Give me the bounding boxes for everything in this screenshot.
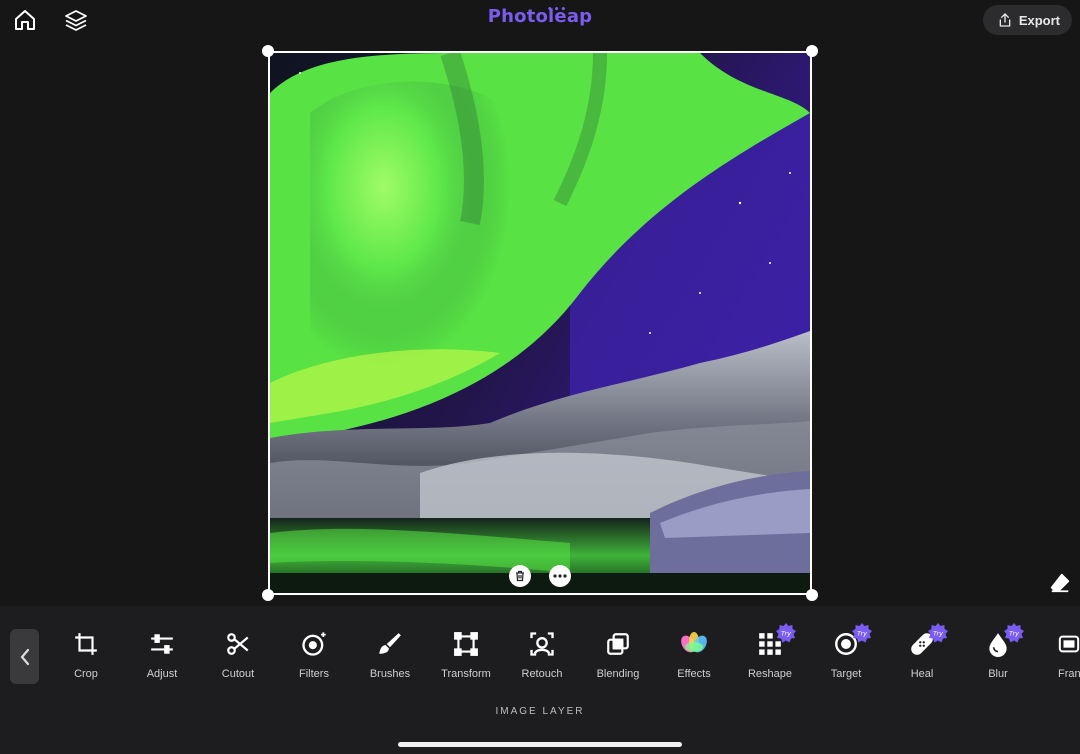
tool-label: Transform — [441, 668, 491, 680]
logo-dots: ••• — [547, 5, 568, 15]
tool-brushes[interactable]: Brushes — [352, 626, 428, 680]
top-bar: ••• Photoleap Export — [0, 0, 1080, 40]
svg-text:Try: Try — [781, 630, 791, 638]
try-badge: Try — [928, 623, 948, 643]
home-indicator[interactable] — [398, 742, 682, 747]
retouch-icon — [530, 632, 554, 656]
svg-text:Try: Try — [1009, 630, 1019, 638]
try-badge: Try — [776, 623, 796, 643]
toolbar-back-button[interactable] — [10, 629, 39, 684]
bottom-toolbar: Crop Adjust Cutout Filters Brushes Trans… — [0, 606, 1080, 754]
tool-effects[interactable]: Effects — [656, 626, 732, 680]
tool-filters[interactable]: Filters — [276, 626, 352, 680]
brush-icon — [379, 633, 401, 654]
export-button[interactable]: Export — [982, 5, 1072, 35]
logo-text: Photoleap — [487, 6, 593, 27]
tool-frame[interactable]: Fran — [1036, 626, 1080, 680]
transform-icon — [454, 632, 478, 656]
tool-crop[interactable]: Crop — [48, 626, 124, 680]
tool-label: Filters — [299, 668, 329, 680]
tool-target[interactable]: Try Target — [808, 623, 884, 680]
tool-reshape[interactable]: Try Reshape — [732, 623, 808, 680]
export-label: Export — [1018, 12, 1060, 28]
delete-layer-button[interactable] — [509, 565, 531, 587]
tool-label: Fran — [1058, 668, 1080, 680]
aurora-image — [270, 53, 810, 593]
tool-label: Retouch — [521, 668, 563, 680]
home-icon[interactable] — [12, 7, 38, 33]
filters-icon — [302, 632, 326, 656]
effects-icon — [681, 632, 707, 653]
svg-text:Try: Try — [857, 630, 867, 638]
tool-blur[interactable]: Try Blur — [960, 623, 1036, 680]
try-badge: Try — [852, 623, 872, 643]
blending-icon — [607, 633, 629, 655]
trash-icon — [516, 570, 524, 582]
tool-label: Brushes — [369, 668, 411, 680]
tool-transform[interactable]: Transform — [428, 626, 504, 680]
tool-adjust[interactable]: Adjust — [124, 626, 200, 680]
tool-label: Reshape — [747, 668, 793, 680]
eraser-icon[interactable] — [1049, 572, 1071, 594]
more-icon — [553, 574, 567, 578]
tool-label: Blending — [596, 668, 640, 680]
tool-label: Cutout — [221, 668, 255, 680]
tool-heal[interactable]: Try Heal — [884, 623, 960, 680]
try-badge: Try — [1004, 623, 1024, 643]
scissors-icon — [227, 633, 249, 655]
resize-handle-top-right[interactable] — [806, 45, 818, 57]
tool-label: Heal — [910, 668, 934, 680]
tool-label: Adjust — [146, 668, 178, 680]
adjust-icon — [151, 634, 173, 654]
tool-label: Blur — [988, 668, 1008, 680]
app-logo: ••• Photoleap — [480, 5, 600, 27]
crop-icon — [75, 633, 97, 655]
resize-handle-bottom-left[interactable] — [262, 589, 274, 601]
frame-icon — [1058, 635, 1080, 653]
share-icon — [999, 13, 1011, 27]
chevron-left-icon — [20, 648, 29, 665]
resize-handle-bottom-right[interactable] — [806, 589, 818, 601]
image-layer-canvas[interactable] — [268, 51, 812, 595]
layers-icon[interactable] — [63, 7, 89, 33]
svg-text:Try: Try — [933, 630, 943, 638]
resize-handle-top-left[interactable] — [262, 45, 274, 57]
tool-blending[interactable]: Blending — [580, 626, 656, 680]
tool-label: Target — [830, 668, 862, 680]
tool-cutout[interactable]: Cutout — [200, 626, 276, 680]
section-label: IMAGE LAYER — [495, 706, 585, 717]
tool-label: Crop — [74, 668, 98, 680]
tool-retouch[interactable]: Retouch — [504, 626, 580, 680]
tool-label: Effects — [677, 668, 711, 680]
more-options-button[interactable] — [549, 565, 571, 587]
